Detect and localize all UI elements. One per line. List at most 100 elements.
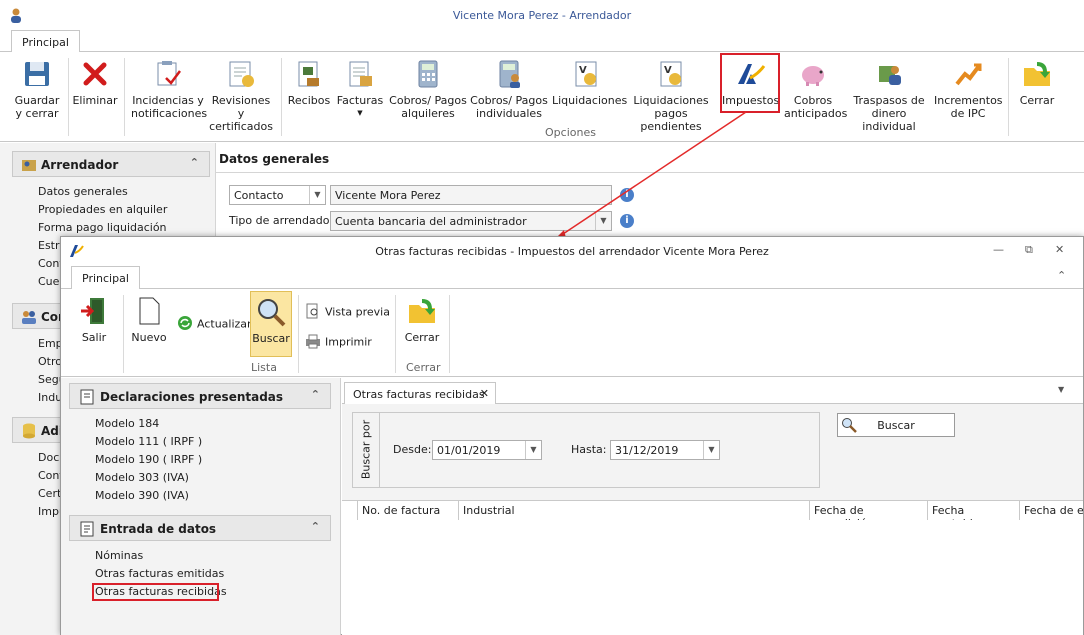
annotation-arrow (552, 111, 747, 242)
search-area: Buscar por Desde: 01/01/2019 ▼ Hasta: 31… (342, 404, 1083, 500)
red-x-icon (79, 58, 111, 90)
column-header[interactable]: No. de factura (358, 501, 459, 521)
tab-principal[interactable]: Principal (11, 30, 80, 53)
column-header[interactable]: Fecha de e (1020, 501, 1083, 521)
dialog-title: Otras facturas recibidas - Impuestos del… (375, 245, 769, 258)
traspasos-button[interactable]: Traspasos de dinero individual (847, 58, 931, 133)
collapse-chevron-icon[interactable]: ⌃ (190, 156, 199, 169)
salir-button[interactable]: Salir (73, 295, 115, 344)
panel-adicional[interactable]: Adi (12, 417, 63, 443)
document-icon (80, 389, 94, 408)
tabs-dropdown-icon[interactable]: ▼ (1058, 385, 1064, 394)
cobros-pagos-alquileres-button[interactable]: Cobros/ Pagos alquileres (389, 58, 467, 120)
column-header[interactable]: Industrial (459, 501, 810, 521)
declaracion-item[interactable]: Modelo 111 ( IRPF ) (95, 435, 202, 448)
cobros-pagos-individuales-button[interactable]: Cobros/ Pagos individuales (470, 58, 548, 120)
search-group: Buscar por Desde: 01/01/2019 ▼ Hasta: 31… (352, 412, 820, 488)
svg-text:V: V (579, 65, 587, 76)
column-header[interactable]: Fecha contable (928, 501, 1020, 530)
nav-item[interactable]: Cert (38, 487, 61, 500)
restore-icon[interactable]: ⧉ (1025, 243, 1033, 257)
svg-text:V: V (664, 65, 672, 76)
nav-item[interactable]: Otro (38, 355, 62, 368)
money-transfer-icon (873, 58, 905, 90)
nav-item[interactable]: Indu (38, 391, 62, 404)
chevron-down-icon[interactable]: ▼ (309, 186, 325, 204)
imprimir-button[interactable]: Imprimir (305, 333, 372, 352)
new-document-icon (133, 295, 165, 327)
nav-item[interactable]: Estr (38, 239, 60, 252)
minimize-icon[interactable]: — (993, 243, 1004, 256)
nav-item[interactable]: Forma pago liquidación (38, 221, 167, 234)
nav-item[interactable]: Datos generales (38, 185, 128, 198)
buscar-button[interactable]: Buscar (250, 291, 292, 357)
entrada-item[interactable]: Otras facturas emitidas (95, 567, 224, 580)
dialog-tab-principal[interactable]: Principal (71, 266, 140, 290)
liquidaciones-button[interactable]: V Liquidaciones (552, 58, 627, 107)
vertical-divider (379, 413, 380, 487)
search-button[interactable]: Buscar (837, 413, 955, 437)
chevron-down-icon[interactable]: ▼ (525, 441, 541, 459)
row-indicator-column (342, 501, 358, 521)
exit-door-icon (78, 295, 110, 327)
column-header[interactable]: Fecha de expedición (810, 501, 928, 530)
dialog-otras-facturas: Otras facturas recibidas - Impuestos del… (60, 236, 1084, 635)
section-title: Datos generales (219, 152, 330, 166)
floppy-disk-icon (21, 58, 53, 90)
actualizar-button[interactable]: Actualizar (177, 315, 252, 334)
ribbon-separator (68, 58, 69, 136)
facturas-dropdown-icon[interactable]: ▼ (335, 107, 385, 120)
nuevo-button[interactable]: Nuevo (129, 295, 169, 344)
desde-date-input[interactable]: 01/01/2019 ▼ (432, 440, 542, 460)
ribbon-separator (124, 58, 125, 136)
ribbon-tab-strip: Principal (0, 30, 1084, 53)
users-icon (21, 309, 37, 328)
declaracion-item[interactable]: Modelo 184 (95, 417, 159, 430)
panel-arrendador[interactable]: Arrendador ⌃ (12, 151, 210, 177)
collapse-chevron-icon[interactable]: ⌃ (311, 388, 320, 401)
contacto-select[interactable]: Contacto ▼ (229, 185, 326, 205)
grid-header: No. de factura Industrial Fecha de exped… (342, 500, 1083, 530)
close-tab-icon[interactable]: ✕ (480, 387, 489, 400)
chevron-down-icon[interactable]: ▼ (703, 441, 719, 459)
panel-entrada-datos[interactable]: Entrada de datos ⌃ (69, 515, 331, 541)
dialog-tab-strip (61, 265, 1083, 289)
revisiones-button[interactable]: Revisiones y certificados (207, 58, 275, 133)
ribbon-separator (449, 295, 450, 373)
panel-declaraciones[interactable]: Declaraciones presentadas ⌃ (69, 383, 331, 409)
cerrar-button[interactable]: Cerrar (1014, 58, 1060, 107)
eliminar-button[interactable]: Eliminar (72, 58, 118, 107)
ribbon-separator (1008, 58, 1009, 136)
nav-item[interactable]: Propiedades en alquiler (38, 203, 167, 216)
database-icon (21, 423, 37, 442)
dialog-ribbon: Salir Nuevo Actualizar Buscar Vista prev… (61, 289, 1083, 377)
grid-body[interactable] (342, 520, 1083, 635)
incidencias-button[interactable]: Incidencias y notificaciones (131, 58, 207, 120)
declaracion-item[interactable]: Modelo 303 (IVA) (95, 471, 189, 484)
vista-previa-button[interactable]: Vista previa (305, 303, 390, 322)
dialog-cerrar-button[interactable]: Cerrar (401, 295, 443, 344)
liquidation-pending-icon: V (655, 58, 687, 90)
facturas-button[interactable]: Facturas ▼ (335, 58, 385, 120)
recibos-button[interactable]: Recibos (287, 58, 331, 107)
ribbon-collapse-icon[interactable]: ⌃ (1057, 269, 1066, 282)
calculator-icon (412, 58, 444, 90)
doc-tab-otras-facturas[interactable]: Otras facturas recibidas ✕ (344, 382, 496, 404)
trend-arrow-icon (952, 58, 984, 90)
piggy-bank-icon (797, 58, 829, 90)
hasta-date-input[interactable]: 31/12/2019 ▼ (610, 440, 720, 460)
impuestos-highlight (720, 53, 780, 113)
collapse-chevron-icon[interactable]: ⌃ (311, 520, 320, 533)
data-entry-icon (80, 521, 94, 540)
guardar-cerrar-button[interactable]: Guardar y cerrar (12, 58, 62, 120)
panel-contactos[interactable]: Con (12, 303, 67, 329)
ribbon-separator (395, 295, 396, 373)
close-icon[interactable]: ✕ (1055, 243, 1064, 256)
incrementos-ipc-button[interactable]: Incrementos de IPC (934, 58, 1003, 120)
selected-item-highlight (92, 583, 219, 601)
declaracion-item[interactable]: Modelo 390 (IVA) (95, 489, 189, 502)
entrada-item[interactable]: Nóminas (95, 549, 143, 562)
calculator-user-icon (493, 58, 525, 90)
declaracion-item[interactable]: Modelo 190 ( IRPF ) (95, 453, 202, 466)
cobros-anticipados-button[interactable]: Cobros anticipados (784, 58, 847, 120)
